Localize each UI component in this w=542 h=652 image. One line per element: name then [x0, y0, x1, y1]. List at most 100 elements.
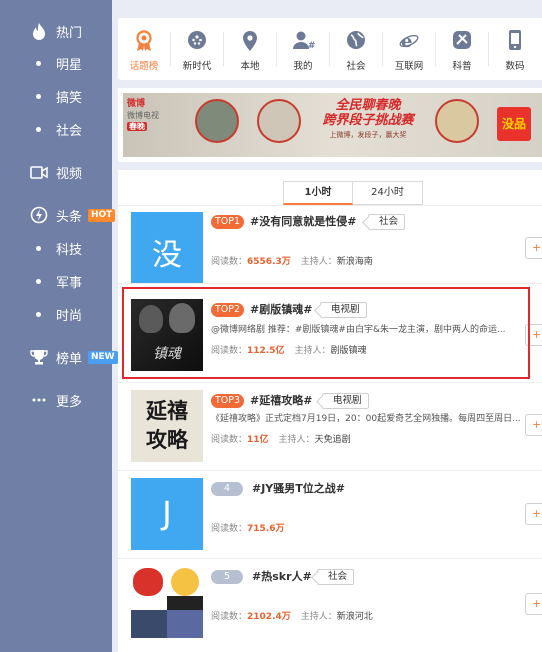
- follow-button[interactable]: [525, 414, 542, 436]
- category-label: 我的: [293, 61, 313, 72]
- topic-thumbnail[interactable]: 没: [131, 212, 203, 284]
- banner-subtitle: 上微博，发段子，赢大奖: [329, 131, 407, 139]
- topic-thumbnail[interactable]: J: [131, 478, 203, 550]
- satellite-icon: [452, 30, 472, 52]
- banner-title-line: 跨界段子挑战赛: [322, 113, 414, 128]
- host-name[interactable]: 天免追剧: [315, 435, 351, 445]
- reads-label: 阅读数：: [211, 524, 248, 534]
- tab-1-hour[interactable]: 1小时: [283, 181, 353, 205]
- topic-thumbnail[interactable]: 延禧攻略: [131, 390, 203, 462]
- divider: [118, 558, 542, 559]
- sidebar-item-video[interactable]: 视频: [0, 157, 112, 187]
- topic-title[interactable]: #JY骚男T位之战#: [252, 481, 345, 497]
- category-label: 数码: [505, 61, 525, 72]
- location-pin-icon: [240, 30, 260, 52]
- category-tag[interactable]: 社会: [317, 569, 355, 585]
- topic-description: 《延禧攻略》正式定档7月19日，20：00起爱奇艺全网独播。每周四至周日...: [211, 414, 521, 424]
- thumbnail-collage-tile: [171, 568, 199, 596]
- new-badge: NEW: [88, 350, 118, 364]
- category-label: 话题榜: [129, 61, 159, 72]
- banner-avatar: [195, 99, 239, 143]
- category-tag[interactable]: 电视剧: [322, 393, 369, 409]
- promo-banner[interactable]: 微博 微博电视 春晚 全民聊春晚 跨界段子挑战赛 上微博，发段子，赢大奖 没品: [123, 93, 542, 157]
- rank-badge: TOP1: [211, 215, 245, 229]
- user-hash-icon: #: [293, 30, 316, 52]
- banner-avatar: [257, 99, 301, 143]
- medal-icon: [134, 30, 154, 52]
- weibo-logo: 微博 微博电视 春晚: [127, 99, 159, 133]
- sidebar-item-label: 热门: [56, 25, 83, 41]
- category-science[interactable]: 科普: [436, 18, 488, 80]
- category-tag[interactable]: 社会: [368, 214, 406, 230]
- sidebar-item-label: 社会: [56, 123, 83, 139]
- reads-label: 阅读数：: [211, 612, 248, 622]
- sidebar-item-stars[interactable]: 明星: [0, 48, 112, 78]
- sidebar: 热门 明星 搞笑 社会 视频 头条 HOT 科技 军事 时尚 榜单 NEW 更多: [0, 0, 118, 652]
- banner-logo-sub: 微博电视: [127, 111, 159, 120]
- category-society[interactable]: 社会: [330, 18, 382, 80]
- sidebar-item-military[interactable]: 军事: [0, 266, 112, 296]
- reads-count: 11亿: [247, 435, 269, 445]
- thumbnail-collage-tile: [133, 568, 163, 596]
- category-bar: 话题榜 新时代 本地 # 我的 社会 e 互联网 科普 数码: [118, 18, 542, 80]
- sidebar-item-label: 榜单: [56, 351, 83, 367]
- reads-label: 阅读数：: [211, 257, 248, 267]
- follow-button[interactable]: [525, 593, 542, 615]
- topic-thumbnail[interactable]: [131, 566, 203, 638]
- bullet-dot: [36, 278, 41, 284]
- topic-title[interactable]: #热skr人#: [252, 569, 312, 585]
- category-label: 新时代: [182, 61, 212, 72]
- thumbnail-collage-tile: [167, 596, 203, 610]
- rank-badge: TOP3: [211, 394, 245, 408]
- sidebar-item-tech[interactable]: 科技: [0, 233, 112, 263]
- tab-24-hours[interactable]: 24小时: [353, 181, 423, 205]
- host-label: 主持人：: [278, 435, 315, 445]
- ie-browser-icon: e: [399, 30, 419, 52]
- divider: [118, 205, 542, 206]
- follow-button[interactable]: [525, 237, 542, 259]
- category-digital[interactable]: 数码: [489, 18, 541, 80]
- category-new-era[interactable]: 新时代: [171, 18, 223, 80]
- host-name[interactable]: 新浪海南: [337, 257, 373, 267]
- topic-title[interactable]: #没有同意就是性侵#: [250, 214, 356, 230]
- svg-text:#: #: [308, 41, 315, 50]
- bullet-dot: [36, 60, 41, 66]
- topic-title[interactable]: #延禧攻略#: [250, 393, 312, 409]
- category-internet[interactable]: e 互联网: [383, 18, 435, 80]
- sidebar-item-hot[interactable]: 热门: [0, 16, 112, 46]
- host-label: 主持人：: [300, 612, 337, 622]
- bullet-dot: [36, 126, 41, 132]
- banner-container: 微博 微博电视 春晚 全民聊春晚 跨界段子挑战赛 上微博，发段子，赢大奖 没品: [118, 88, 542, 162]
- category-label: 互联网: [394, 61, 424, 72]
- reads-count: 2102.4万: [247, 612, 291, 622]
- sidebar-item-label: 搞笑: [56, 90, 83, 106]
- banner-logo-text: 微博: [127, 99, 146, 109]
- banner-corner-logo: 没品: [497, 107, 531, 141]
- sidebar-item-headlines[interactable]: 头条 HOT: [0, 200, 116, 230]
- thumbnail-collage-tile: [131, 610, 167, 638]
- category-local[interactable]: 本地: [224, 18, 276, 80]
- category-topics[interactable]: 话题榜: [118, 18, 170, 80]
- sidebar-item-society[interactable]: 社会: [0, 114, 112, 144]
- host-label: 主持人：: [300, 257, 337, 267]
- sidebar-item-label: 科技: [56, 242, 83, 258]
- follow-button[interactable]: [525, 503, 542, 525]
- time-range-tabs: 1小时 24小时: [283, 181, 423, 205]
- video-camera-icon: [30, 163, 48, 181]
- thumbnail-collage-tile: [167, 610, 203, 638]
- sidebar-item-fashion[interactable]: 时尚: [0, 299, 112, 329]
- topic-stats: 阅读数：11亿 主持人：天免追剧: [211, 434, 351, 446]
- divider: [118, 382, 542, 383]
- emblem-icon: [187, 30, 207, 52]
- bullet-dot: [36, 93, 41, 99]
- sidebar-item-more[interactable]: 更多: [0, 385, 112, 415]
- category-mine[interactable]: # 我的: [277, 18, 329, 80]
- phone-icon: [505, 30, 525, 52]
- divider: [118, 283, 542, 284]
- sidebar-item-rankings[interactable]: 榜单 NEW: [0, 342, 118, 372]
- host-name[interactable]: 新浪河北: [337, 612, 373, 622]
- reads-count: 6556.3万: [247, 257, 291, 267]
- sidebar-item-funny[interactable]: 搞笑: [0, 81, 112, 111]
- sidebar-item-label: 时尚: [56, 308, 83, 324]
- flame-icon: [30, 22, 48, 40]
